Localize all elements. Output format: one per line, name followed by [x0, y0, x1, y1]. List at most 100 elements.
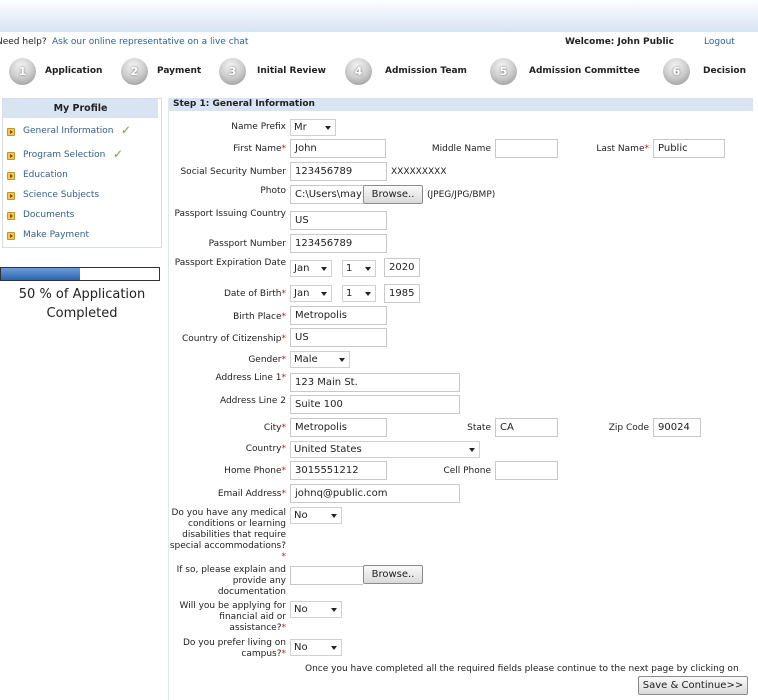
- passport-expiration-label: Passport Expiration Date: [174, 258, 286, 268]
- top-banner: [0, 0, 758, 32]
- address-line-1-label: Address Line 1*: [215, 373, 286, 383]
- step-number-icon: 2: [121, 58, 148, 85]
- profile-sidebar: My Profile General Information ✓ Program…: [2, 98, 162, 248]
- ssn-mask: XXXXXXXXX: [391, 167, 447, 177]
- chevron-down-icon: [365, 267, 371, 271]
- medical-conditions-label: Do you have any medical conditions or le…: [169, 508, 286, 562]
- save-continue-button[interactable]: Save & Continue>>: [638, 676, 748, 695]
- citizenship-label: Country of Citizenship*: [181, 334, 286, 344]
- country-select[interactable]: United States: [290, 441, 480, 458]
- address-line-1-field[interactable]: 123 Main St.: [290, 373, 460, 392]
- citizenship-field[interactable]: US: [290, 328, 387, 347]
- step-number-icon: 6: [663, 58, 690, 85]
- last-name-label: Last Name*: [596, 144, 649, 154]
- chevron-down-icon: [331, 514, 337, 518]
- dob-day-select[interactable]: 1: [342, 285, 376, 302]
- passport-country-label: Passport Issuing Country: [174, 209, 287, 219]
- campus-select[interactable]: No: [290, 639, 342, 656]
- address-line-2-field[interactable]: Suite 100: [290, 395, 460, 414]
- step-label: Application: [45, 66, 103, 76]
- help-prefix: Need help?: [0, 37, 47, 47]
- checkmark-icon: ✓: [113, 147, 124, 161]
- arrow-bullet-icon: [7, 232, 15, 240]
- sidebar-item-label: Program Selection: [23, 150, 106, 160]
- footer-instruction: Once you have completed all the required…: [305, 664, 739, 674]
- chevron-down-icon: [331, 646, 337, 650]
- first-name-field[interactable]: John: [290, 139, 386, 158]
- passport-number-label: Passport Number: [208, 239, 286, 249]
- chevron-down-icon: [325, 126, 331, 130]
- step-number-icon: 1: [9, 58, 36, 85]
- section-title: Step 1: General Information: [169, 98, 753, 111]
- progress-steps: 1 Application 2 Payment 3 Initial Review…: [0, 56, 758, 86]
- zip-code-field[interactable]: 90024: [653, 418, 701, 437]
- city-field[interactable]: Metropolis: [290, 418, 387, 437]
- photo-label: Photo: [260, 186, 286, 196]
- first-name-label: First Name*: [233, 144, 286, 154]
- photo-browse-button[interactable]: Browse..: [363, 185, 423, 204]
- welcome-text: Welcome: John Public: [565, 37, 674, 47]
- chevron-down-icon: [331, 608, 337, 612]
- passport-number-field[interactable]: 123456789: [290, 234, 387, 253]
- passport-expiration-month-select[interactable]: Jan: [290, 260, 332, 277]
- progress-fill: [1, 268, 80, 280]
- documentation-browse-button[interactable]: Browse..: [363, 565, 423, 584]
- dob-year-field[interactable]: 1985: [384, 284, 420, 303]
- home-phone-field[interactable]: 3015551212: [290, 461, 387, 480]
- arrow-bullet-icon: [7, 152, 15, 160]
- step-number-icon: 5: [490, 58, 517, 85]
- sidebar-item-label: General Information: [23, 126, 114, 136]
- passport-expiration-day-select[interactable]: 1: [342, 260, 376, 277]
- email-field[interactable]: johnq@public.com: [290, 484, 460, 503]
- ssn-label: Social Security Number: [180, 167, 286, 177]
- step-label: Payment: [157, 66, 202, 76]
- arrow-bullet-icon: [7, 192, 15, 200]
- sidebar-item-label: Education: [23, 170, 68, 180]
- sidebar-item-label: Make Payment: [23, 230, 89, 240]
- logout-link[interactable]: Logout: [704, 37, 735, 47]
- general-information-form: Step 1: General Information Name Prefix …: [168, 98, 753, 700]
- step-number-icon: 4: [345, 58, 372, 85]
- arrow-bullet-icon: [7, 172, 15, 180]
- checkmark-icon: ✓: [121, 123, 132, 137]
- gender-select[interactable]: Male: [290, 351, 350, 368]
- chevron-down-icon: [469, 448, 475, 452]
- sidebar-title: My Profile: [3, 99, 158, 118]
- last-name-field[interactable]: Public: [653, 139, 725, 158]
- live-chat-link[interactable]: Ask our online representative on a live …: [52, 37, 248, 47]
- name-prefix-select[interactable]: Mr: [290, 119, 336, 136]
- dob-month-select[interactable]: Jan: [290, 285, 332, 302]
- passport-expiration-year-field[interactable]: 2020: [384, 258, 420, 277]
- middle-name-label: Middle Name: [431, 144, 491, 154]
- sidebar-item-label: Science Subjects: [23, 190, 100, 200]
- chevron-down-icon: [321, 267, 327, 271]
- arrow-bullet-icon: [7, 212, 15, 220]
- medical-conditions-select[interactable]: No: [290, 507, 342, 524]
- zip-code-label: Zip Code: [608, 423, 649, 433]
- page: Need help? Ask our online representative…: [0, 0, 758, 700]
- gender-label: Gender*: [248, 355, 286, 365]
- home-phone-label: Home Phone*: [224, 466, 286, 476]
- step-label: Decision: [703, 66, 747, 76]
- arrow-bullet-icon: [7, 128, 15, 136]
- passport-country-field[interactable]: US: [290, 211, 387, 230]
- state-field[interactable]: CA: [495, 418, 558, 437]
- application-progress-bar: [0, 267, 160, 281]
- financial-aid-select[interactable]: No: [290, 601, 342, 618]
- documentation-path-field[interactable]: [290, 566, 363, 585]
- birth-place-field[interactable]: Metropolis: [290, 306, 387, 325]
- photo-path-field[interactable]: C:\Users\may: [290, 185, 363, 204]
- middle-name-field[interactable]: [495, 139, 558, 158]
- chevron-down-icon: [365, 292, 371, 296]
- financial-aid-label: Will you be applying for financial aid o…: [179, 601, 287, 633]
- chevron-down-icon: [339, 358, 345, 362]
- name-prefix-label: Name Prefix: [231, 122, 286, 132]
- ssn-field[interactable]: 123456789: [290, 162, 387, 181]
- step-label: Admission Team: [385, 66, 467, 76]
- cell-phone-field[interactable]: [495, 461, 558, 480]
- explain-label: If so, please explain and provide any do…: [176, 565, 286, 597]
- sidebar-item-label: Documents: [23, 210, 75, 220]
- step-label: Admission Committee: [529, 66, 640, 76]
- step-label: Initial Review: [257, 66, 326, 76]
- chevron-down-icon: [321, 292, 327, 296]
